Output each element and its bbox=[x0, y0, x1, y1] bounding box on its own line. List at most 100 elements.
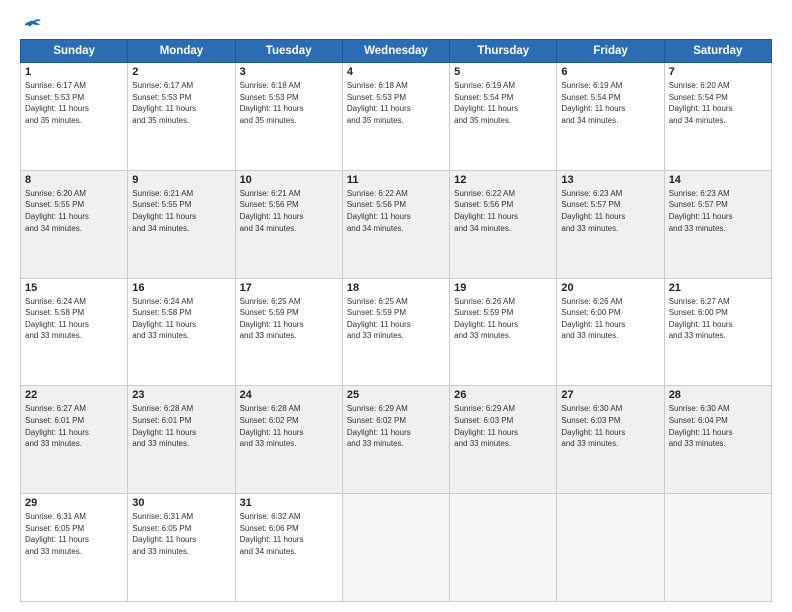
calendar-day-cell: 10 Sunrise: 6:21 AM Sunset: 5:56 PM Dayli… bbox=[235, 170, 342, 278]
calendar-day-cell: 11 Sunrise: 6:22 AM Sunset: 5:56 PM Dayli… bbox=[342, 170, 449, 278]
calendar-day-cell: 22 Sunrise: 6:27 AM Sunset: 6:01 PM Dayli… bbox=[21, 386, 128, 494]
day-number: 6 bbox=[561, 66, 659, 78]
day-number: 7 bbox=[669, 66, 767, 78]
day-number: 28 bbox=[669, 389, 767, 401]
day-info: Sunrise: 6:29 AM Sunset: 6:03 PM Dayligh… bbox=[454, 403, 552, 449]
day-info: Sunrise: 6:24 AM Sunset: 5:58 PM Dayligh… bbox=[25, 296, 123, 342]
day-number: 22 bbox=[25, 389, 123, 401]
calendar-day-cell: 21 Sunrise: 6:27 AM Sunset: 6:00 PM Dayli… bbox=[664, 278, 771, 386]
weekday-header-monday: Monday bbox=[128, 40, 235, 63]
day-info: Sunrise: 6:31 AM Sunset: 6:05 PM Dayligh… bbox=[132, 511, 230, 557]
calendar-day-cell: 23 Sunrise: 6:28 AM Sunset: 6:01 PM Dayli… bbox=[128, 386, 235, 494]
day-info: Sunrise: 6:25 AM Sunset: 5:59 PM Dayligh… bbox=[240, 296, 338, 342]
day-info: Sunrise: 6:20 AM Sunset: 5:55 PM Dayligh… bbox=[25, 188, 123, 234]
calendar-day-cell: 20 Sunrise: 6:26 AM Sunset: 6:00 PM Dayli… bbox=[557, 278, 664, 386]
calendar-day-cell: 24 Sunrise: 6:28 AM Sunset: 6:02 PM Dayli… bbox=[235, 386, 342, 494]
weekday-header-row: SundayMondayTuesdayWednesdayThursdayFrid… bbox=[21, 40, 772, 63]
calendar-day-cell: 14Sunrise: 6:23 AM Sunset: 5:57 PM Dayli… bbox=[664, 170, 771, 278]
day-number: 18 bbox=[347, 282, 445, 294]
day-number: 3 bbox=[240, 66, 338, 78]
day-number: 23 bbox=[132, 389, 230, 401]
day-number: 12 bbox=[454, 174, 552, 186]
calendar-day-cell: 26Sunrise: 6:29 AM Sunset: 6:03 PM Dayli… bbox=[450, 386, 557, 494]
day-number: 10 bbox=[240, 174, 338, 186]
day-number: 20 bbox=[561, 282, 659, 294]
day-info: Sunrise: 6:22 AM Sunset: 5:56 PM Dayligh… bbox=[347, 188, 445, 234]
calendar-week-row: 29Sunrise: 6:31 AM Sunset: 6:05 PM Dayli… bbox=[21, 494, 772, 602]
calendar-page: SundayMondayTuesdayWednesdayThursdayFrid… bbox=[0, 0, 792, 612]
calendar-day-cell: 15 Sunrise: 6:24 AM Sunset: 5:58 PM Dayli… bbox=[21, 278, 128, 386]
day-number: 11 bbox=[347, 174, 445, 186]
day-info: Sunrise: 6:19 AM Sunset: 5:54 PM Dayligh… bbox=[561, 80, 659, 126]
calendar-day-cell: 9 Sunrise: 6:21 AM Sunset: 5:55 PM Daylig… bbox=[128, 170, 235, 278]
day-info: Sunrise: 6:24 AM Sunset: 5:58 PM Dayligh… bbox=[132, 296, 230, 342]
calendar-day-cell: 13 Sunrise: 6:23 AM Sunset: 5:57 PM Dayli… bbox=[557, 170, 664, 278]
logo bbox=[20, 18, 43, 31]
weekday-header-saturday: Saturday bbox=[664, 40, 771, 63]
calendar-day-cell bbox=[557, 494, 664, 602]
day-info: Sunrise: 6:17 AM Sunset: 5:53 PM Dayligh… bbox=[25, 80, 123, 126]
calendar-day-cell bbox=[664, 494, 771, 602]
calendar-day-cell: 16 Sunrise: 6:24 AM Sunset: 5:58 PM Dayli… bbox=[128, 278, 235, 386]
day-number: 25 bbox=[347, 389, 445, 401]
calendar-day-cell bbox=[450, 494, 557, 602]
weekday-header-sunday: Sunday bbox=[21, 40, 128, 63]
day-number: 27 bbox=[561, 389, 659, 401]
weekday-header-thursday: Thursday bbox=[450, 40, 557, 63]
day-number: 31 bbox=[240, 497, 338, 509]
calendar-table: SundayMondayTuesdayWednesdayThursdayFrid… bbox=[20, 39, 772, 602]
header bbox=[20, 18, 772, 31]
calendar-day-cell: 30 Sunrise: 6:31 AM Sunset: 6:05 PM Dayli… bbox=[128, 494, 235, 602]
day-info: Sunrise: 6:32 AM Sunset: 6:06 PM Dayligh… bbox=[240, 511, 338, 557]
day-number: 24 bbox=[240, 389, 338, 401]
day-info: Sunrise: 6:20 AM Sunset: 5:54 PM Dayligh… bbox=[669, 80, 767, 126]
day-info: Sunrise: 6:26 AM Sunset: 6:00 PM Dayligh… bbox=[561, 296, 659, 342]
calendar-day-cell: 4 Sunrise: 6:18 AM Sunset: 5:53 PM Daylig… bbox=[342, 63, 449, 171]
day-number: 30 bbox=[132, 497, 230, 509]
day-number: 4 bbox=[347, 66, 445, 78]
day-number: 16 bbox=[132, 282, 230, 294]
day-number: 9 bbox=[132, 174, 230, 186]
day-info: Sunrise: 6:21 AM Sunset: 5:56 PM Dayligh… bbox=[240, 188, 338, 234]
weekday-header-tuesday: Tuesday bbox=[235, 40, 342, 63]
day-number: 15 bbox=[25, 282, 123, 294]
calendar-day-cell: 1 Sunrise: 6:17 AM Sunset: 5:53 PM Daylig… bbox=[21, 63, 128, 171]
calendar-week-row: 15 Sunrise: 6:24 AM Sunset: 5:58 PM Dayli… bbox=[21, 278, 772, 386]
day-info: Sunrise: 6:19 AM Sunset: 5:54 PM Dayligh… bbox=[454, 80, 552, 126]
day-info: Sunrise: 6:17 AM Sunset: 5:53 PM Dayligh… bbox=[132, 80, 230, 126]
calendar-week-row: 8 Sunrise: 6:20 AM Sunset: 5:55 PM Daylig… bbox=[21, 170, 772, 278]
day-info: Sunrise: 6:23 AM Sunset: 5:57 PM Dayligh… bbox=[561, 188, 659, 234]
day-info: Sunrise: 6:27 AM Sunset: 6:00 PM Dayligh… bbox=[669, 296, 767, 342]
day-info: Sunrise: 6:21 AM Sunset: 5:55 PM Dayligh… bbox=[132, 188, 230, 234]
calendar-day-cell bbox=[342, 494, 449, 602]
calendar-day-cell: 5 Sunrise: 6:19 AM Sunset: 5:54 PM Daylig… bbox=[450, 63, 557, 171]
calendar-day-cell: 6 Sunrise: 6:19 AM Sunset: 5:54 PM Daylig… bbox=[557, 63, 664, 171]
day-info: Sunrise: 6:29 AM Sunset: 6:02 PM Dayligh… bbox=[347, 403, 445, 449]
calendar-day-cell: 3Sunrise: 6:18 AM Sunset: 5:53 PM Daylig… bbox=[235, 63, 342, 171]
day-info: Sunrise: 6:26 AM Sunset: 5:59 PM Dayligh… bbox=[454, 296, 552, 342]
weekday-header-friday: Friday bbox=[557, 40, 664, 63]
logo-bird-icon bbox=[23, 18, 43, 33]
calendar-day-cell: 25 Sunrise: 6:29 AM Sunset: 6:02 PM Dayli… bbox=[342, 386, 449, 494]
day-number: 13 bbox=[561, 174, 659, 186]
calendar-day-cell: 7 Sunrise: 6:20 AM Sunset: 5:54 PM Daylig… bbox=[664, 63, 771, 171]
day-number: 5 bbox=[454, 66, 552, 78]
calendar-week-row: 22 Sunrise: 6:27 AM Sunset: 6:01 PM Dayli… bbox=[21, 386, 772, 494]
calendar-day-cell: 28Sunrise: 6:30 AM Sunset: 6:04 PM Dayli… bbox=[664, 386, 771, 494]
day-info: Sunrise: 6:28 AM Sunset: 6:01 PM Dayligh… bbox=[132, 403, 230, 449]
day-number: 2 bbox=[132, 66, 230, 78]
day-number: 8 bbox=[25, 174, 123, 186]
day-info: Sunrise: 6:27 AM Sunset: 6:01 PM Dayligh… bbox=[25, 403, 123, 449]
day-number: 1 bbox=[25, 66, 123, 78]
calendar-day-cell: 8 Sunrise: 6:20 AM Sunset: 5:55 PM Daylig… bbox=[21, 170, 128, 278]
day-number: 14 bbox=[669, 174, 767, 186]
day-info: Sunrise: 6:25 AM Sunset: 5:59 PM Dayligh… bbox=[347, 296, 445, 342]
day-number: 21 bbox=[669, 282, 767, 294]
weekday-header-wednesday: Wednesday bbox=[342, 40, 449, 63]
calendar-day-cell: 18 Sunrise: 6:25 AM Sunset: 5:59 PM Dayli… bbox=[342, 278, 449, 386]
day-info: Sunrise: 6:18 AM Sunset: 5:53 PM Dayligh… bbox=[347, 80, 445, 126]
calendar-day-cell: 31 Sunrise: 6:32 AM Sunset: 6:06 PM Dayli… bbox=[235, 494, 342, 602]
day-info: Sunrise: 6:28 AM Sunset: 6:02 PM Dayligh… bbox=[240, 403, 338, 449]
calendar-day-cell: 12 Sunrise: 6:22 AM Sunset: 5:56 PM Dayli… bbox=[450, 170, 557, 278]
day-info: Sunrise: 6:22 AM Sunset: 5:56 PM Dayligh… bbox=[454, 188, 552, 234]
